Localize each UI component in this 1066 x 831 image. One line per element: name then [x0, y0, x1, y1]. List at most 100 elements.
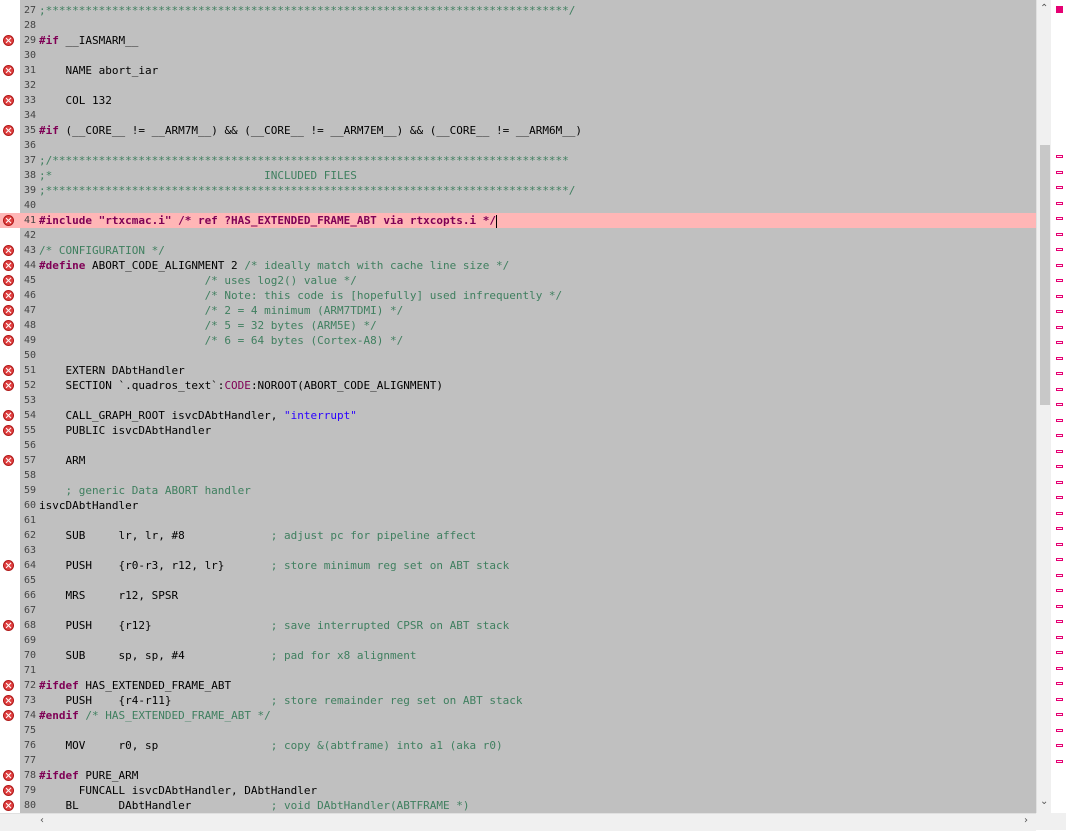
overview-error-marker[interactable] [1056, 202, 1063, 205]
overview-error-marker[interactable] [1056, 217, 1063, 220]
error-icon[interactable] [3, 695, 14, 706]
overview-error-marker[interactable] [1056, 744, 1063, 747]
overview-error-marker[interactable] [1056, 651, 1063, 654]
error-icon[interactable] [3, 800, 14, 811]
code-line[interactable]: 34 [0, 108, 1036, 123]
code-line[interactable]: 39 ;*************************************… [0, 183, 1036, 198]
code-line[interactable]: 63 [0, 543, 1036, 558]
overview-error-marker[interactable] [1056, 682, 1063, 685]
code-line[interactable]: 54 CALL_GRAPH_ROOT isvcDAbtHandler, "int… [0, 408, 1036, 423]
overview-error-marker[interactable] [1056, 589, 1063, 592]
overview-error-marker[interactable] [1056, 248, 1063, 251]
code-line[interactable]: 72 #ifdef HAS_EXTENDED_FRAME_ABT [0, 678, 1036, 693]
overview-error-marker[interactable] [1056, 434, 1063, 437]
overview-error-marker[interactable] [1056, 295, 1063, 298]
code-line[interactable]: 61 [0, 513, 1036, 528]
overview-error-marker[interactable] [1056, 558, 1063, 561]
overview-error-marker[interactable] [1056, 341, 1063, 344]
error-icon[interactable] [3, 65, 14, 76]
overview-error-marker[interactable] [1056, 357, 1063, 360]
overview-error-marker[interactable] [1056, 605, 1063, 608]
error-icon[interactable] [3, 35, 14, 46]
error-icon[interactable] [3, 365, 14, 376]
error-icon[interactable] [3, 125, 14, 136]
overview-error-marker[interactable] [1056, 636, 1063, 639]
code-line[interactable]: 74 #endif /* HAS_EXTENDED_FRAME_ABT */ [0, 708, 1036, 723]
overview-ruler[interactable] [1051, 0, 1066, 813]
code-line[interactable]: 29 #if __IASMARM__ [0, 33, 1036, 48]
overview-error-marker[interactable] [1056, 543, 1063, 546]
code-line[interactable]: 57 ARM [0, 453, 1036, 468]
error-icon[interactable] [3, 320, 14, 331]
overview-error-marker[interactable] [1056, 388, 1063, 391]
code-editor[interactable]: 27 ;*************************************… [0, 0, 1036, 813]
chevron-right-icon[interactable]: › [1024, 815, 1028, 826]
code-line[interactable]: 41 #include "rtxcmac.i" /* ref ?HAS_EXTEN… [0, 213, 1036, 228]
overview-error-marker[interactable] [1056, 481, 1063, 484]
overview-error-marker[interactable] [1056, 310, 1063, 313]
code-line[interactable]: 80 BL DAbtHandler ; void DAbtHandler(ABT… [0, 798, 1036, 813]
error-icon[interactable] [3, 245, 14, 256]
code-line[interactable]: 73 PUSH {r4-r11} ; store remainder reg s… [0, 693, 1036, 708]
code-line[interactable]: 79 FUNCALL isvcDAbtHandler, DAbtHandler [0, 783, 1036, 798]
code-line[interactable]: 76 MOV r0, sp ; copy &(abtframe) into a1… [0, 738, 1036, 753]
code-line[interactable]: 59 ; generic Data ABORT handler [0, 483, 1036, 498]
overview-error-marker[interactable] [1056, 667, 1063, 670]
overview-error-marker[interactable] [1056, 171, 1063, 174]
code-line[interactable]: 56 [0, 438, 1036, 453]
overview-error-marker[interactable] [1056, 620, 1063, 623]
error-summary-icon[interactable] [1056, 6, 1063, 13]
code-line[interactable]: 55 PUBLIC isvcDAbtHandler [0, 423, 1036, 438]
code-line[interactable]: 48 /* 5 = 32 bytes (ARM5E) */ [0, 318, 1036, 333]
code-line[interactable]: 65 [0, 573, 1036, 588]
code-line[interactable]: 30 [0, 48, 1036, 63]
code-line[interactable]: 27 ;*************************************… [0, 3, 1036, 18]
error-icon[interactable] [3, 260, 14, 271]
error-icon[interactable] [3, 680, 14, 691]
overview-error-marker[interactable] [1056, 729, 1063, 732]
code-line[interactable]: 58 [0, 468, 1036, 483]
error-icon[interactable] [3, 215, 14, 226]
code-line[interactable]: 38 ;* INCLUDED FILES [0, 168, 1036, 183]
code-line[interactable]: 64 PUSH {r0-r3, r12, lr} ; store minimum… [0, 558, 1036, 573]
code-line[interactable]: 36 [0, 138, 1036, 153]
overview-error-marker[interactable] [1056, 155, 1063, 158]
error-icon[interactable] [3, 770, 14, 781]
overview-error-marker[interactable] [1056, 465, 1063, 468]
error-icon[interactable] [3, 425, 14, 436]
overview-error-marker[interactable] [1056, 233, 1063, 236]
chevron-down-icon[interactable]: ⌄ [1040, 796, 1048, 807]
error-icon[interactable] [3, 785, 14, 796]
error-icon[interactable] [3, 620, 14, 631]
error-icon[interactable] [3, 290, 14, 301]
code-line[interactable]: 42 [0, 228, 1036, 243]
code-line[interactable]: 50 [0, 348, 1036, 363]
horizontal-scrollbar[interactable]: ‹ › [0, 813, 1036, 831]
overview-error-marker[interactable] [1056, 372, 1063, 375]
code-line[interactable]: 43/* CONFIGURATION */ [0, 243, 1036, 258]
code-line[interactable]: 35 #if (__CORE__ != __ARM7M__) && (__CORE… [0, 123, 1036, 138]
code-line[interactable]: 37 ;/************************************… [0, 153, 1036, 168]
code-line[interactable]: 40 [0, 198, 1036, 213]
overview-error-marker[interactable] [1056, 512, 1063, 515]
error-icon[interactable] [3, 335, 14, 346]
overview-error-marker[interactable] [1056, 527, 1063, 530]
code-line[interactable]: 62 SUB lr, lr, #8 ; adjust pc for pipeli… [0, 528, 1036, 543]
overview-error-marker[interactable] [1056, 760, 1063, 763]
error-icon[interactable] [3, 275, 14, 286]
overview-error-marker[interactable] [1056, 450, 1063, 453]
overview-error-marker[interactable] [1056, 326, 1063, 329]
code-line[interactable]: 47 /* 2 = 4 minimum (ARM7TDMI) */ [0, 303, 1036, 318]
scroll-thumb[interactable] [1040, 145, 1050, 405]
error-icon[interactable] [3, 560, 14, 571]
vertical-scrollbar[interactable]: ⌃ ⌄ [1036, 0, 1052, 813]
error-icon[interactable] [3, 305, 14, 316]
code-line[interactable]: 77 [0, 753, 1036, 768]
code-line[interactable]: 71 [0, 663, 1036, 678]
overview-error-marker[interactable] [1056, 574, 1063, 577]
code-line[interactable]: 31 NAME abort_iar [0, 63, 1036, 78]
code-line[interactable]: 32 [0, 78, 1036, 93]
overview-error-marker[interactable] [1056, 713, 1063, 716]
code-line[interactable]: 66 MRS r12, SPSR [0, 588, 1036, 603]
chevron-up-icon[interactable]: ⌃ [1040, 3, 1048, 14]
